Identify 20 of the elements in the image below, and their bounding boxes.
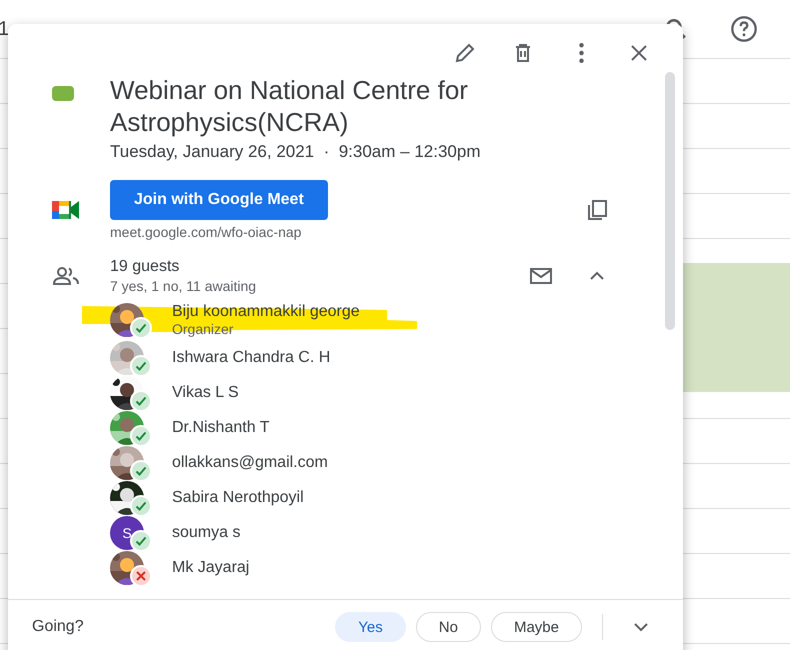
guest-name: soumya s	[172, 524, 242, 542]
video-camera-icon	[52, 199, 80, 221]
meet-link[interactable]: meet.google.com/wfo-oiac-nap	[110, 224, 579, 240]
event-time: Tuesday, January 26, 2021 · 9:30am – 12:30pm	[110, 142, 482, 162]
scrollbar[interactable]	[665, 72, 675, 330]
guest-name: Sabira Nerothpoyil	[172, 488, 305, 506]
guest-name: ollakkans@gmail.com	[172, 454, 329, 472]
join-meet-button[interactable]: Join with Google Meet	[110, 180, 328, 220]
guest-name: Dr.Nishanth T	[172, 418, 271, 436]
guest-name: Mk Jayaraj	[172, 558, 250, 576]
rsvp-option[interactable]: Yes	[335, 612, 406, 642]
guest-name: Ishwara Chandra C. H	[172, 348, 332, 366]
guest-summary: 7 yes, 1 no, 11 awaiting	[110, 278, 258, 294]
rsvp-label: Going?	[32, 618, 84, 636]
event-title: Webinar on National Centre for Astrophysics(NCRA)	[110, 74, 469, 138]
guest-name: Vikas L S	[172, 384, 240, 402]
people-icon	[52, 264, 80, 288]
guest-count: 19 guests	[110, 258, 180, 276]
rsvp-option[interactable]: Maybe	[490, 612, 582, 642]
rsvp-option[interactable]: No	[416, 612, 481, 642]
